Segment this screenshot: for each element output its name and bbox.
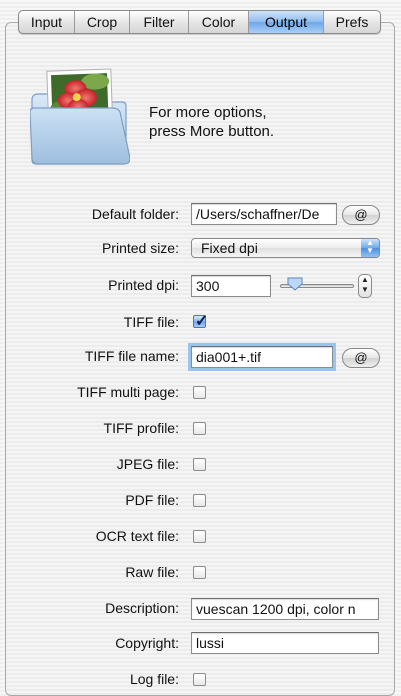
hint-line-1: For more options, — [149, 104, 267, 121]
tiff-file-name-at-button[interactable]: @ — [342, 348, 380, 368]
tiff-file-name-input[interactable]: dia001+.tif — [191, 346, 333, 368]
tab-color[interactable]: Color — [189, 11, 249, 33]
tab-crop[interactable]: Crop — [75, 11, 130, 33]
printed-size-popup[interactable]: Fixed dpi ▲ ▼ — [191, 238, 380, 258]
pdf-file-row: PDF file: — [0, 489, 401, 513]
tiff-file-name-row: TIFF file name: dia001+.tif @ — [0, 345, 401, 369]
copyright-label: Copyright: — [115, 635, 179, 651]
printed-size-value: Fixed dpi — [201, 240, 258, 256]
ocr-text-file-label: OCR text file: — [95, 528, 179, 544]
tiff-file-name-label: TIFF file name: — [84, 348, 179, 364]
copyright-row: Copyright: lussi — [0, 632, 401, 656]
tiff-multi-page-checkbox[interactable] — [193, 386, 206, 399]
jpeg-file-checkbox[interactable] — [193, 458, 206, 471]
stepper-icon[interactable]: ▲ ▼ — [358, 274, 372, 298]
copyright-input[interactable]: lussi — [191, 632, 379, 654]
checkmark-icon: ✓ — [195, 313, 209, 330]
up-down-arrows-icon: ▲ ▼ — [361, 239, 379, 257]
raw-file-label: Raw file: — [125, 564, 179, 580]
ocr-text-file-checkbox[interactable] — [193, 530, 206, 543]
tab-prefs[interactable]: Prefs — [324, 11, 380, 33]
tiff-file-row: TIFF file: ✓ — [0, 311, 401, 335]
default-folder-at-button[interactable]: @ — [342, 205, 380, 225]
more-options-hint: For more options, press More button. — [149, 103, 274, 141]
tiff-profile-row: TIFF profile: — [0, 417, 401, 441]
tab-input[interactable]: Input — [19, 11, 75, 33]
default-folder-row: Default folder: /Users/schaffner/De @ — [0, 203, 401, 227]
jpeg-file-label: JPEG file: — [116, 456, 179, 472]
ocr-text-file-row: OCR text file: — [0, 525, 401, 549]
slider-knob[interactable] — [287, 277, 303, 291]
pdf-file-label: PDF file: — [125, 492, 179, 508]
raw-file-checkbox[interactable] — [193, 566, 206, 579]
pdf-file-checkbox[interactable] — [193, 494, 206, 507]
default-folder-label: Default folder: — [91, 206, 179, 222]
log-file-checkbox[interactable] — [193, 673, 206, 686]
tiff-profile-checkbox[interactable] — [193, 422, 206, 435]
printed-dpi-input[interactable]: 300 — [191, 275, 271, 297]
printed-dpi-label: Printed dpi: — [108, 277, 179, 293]
log-file-row: Log file: — [0, 668, 401, 692]
printed-dpi-row: Printed dpi: 300 ▲ ▼ — [0, 274, 401, 298]
description-label: Description: — [105, 600, 179, 616]
description-input[interactable]: vuescan 1200 dpi, color n — [191, 598, 379, 620]
tab-output[interactable]: Output — [249, 11, 324, 33]
tiff-multi-page-label: TIFF multi page: — [77, 384, 179, 400]
hint-line-2: press More button. — [149, 123, 275, 140]
tiff-file-label: TIFF file: — [123, 314, 179, 330]
printed-size-row: Printed size: Fixed dpi ▲ ▼ — [0, 237, 401, 261]
jpeg-file-row: JPEG file: — [0, 453, 401, 477]
description-row: Description: vuescan 1200 dpi, color n — [0, 597, 401, 621]
folder-with-flower-photo-icon — [30, 68, 130, 165]
tiff-profile-label: TIFF profile: — [103, 420, 179, 436]
log-file-label: Log file: — [129, 671, 179, 687]
tiff-file-checkbox[interactable]: ✓ — [193, 313, 208, 330]
tiff-multi-page-row: TIFF multi page: — [0, 381, 401, 405]
default-folder-input[interactable]: /Users/schaffner/De — [191, 203, 337, 225]
raw-file-row: Raw file: — [0, 561, 401, 585]
printed-size-label: Printed size: — [101, 240, 179, 256]
tab-filter[interactable]: Filter — [130, 11, 189, 33]
tab-bar: Input Crop Filter Color Output Prefs — [18, 10, 381, 34]
